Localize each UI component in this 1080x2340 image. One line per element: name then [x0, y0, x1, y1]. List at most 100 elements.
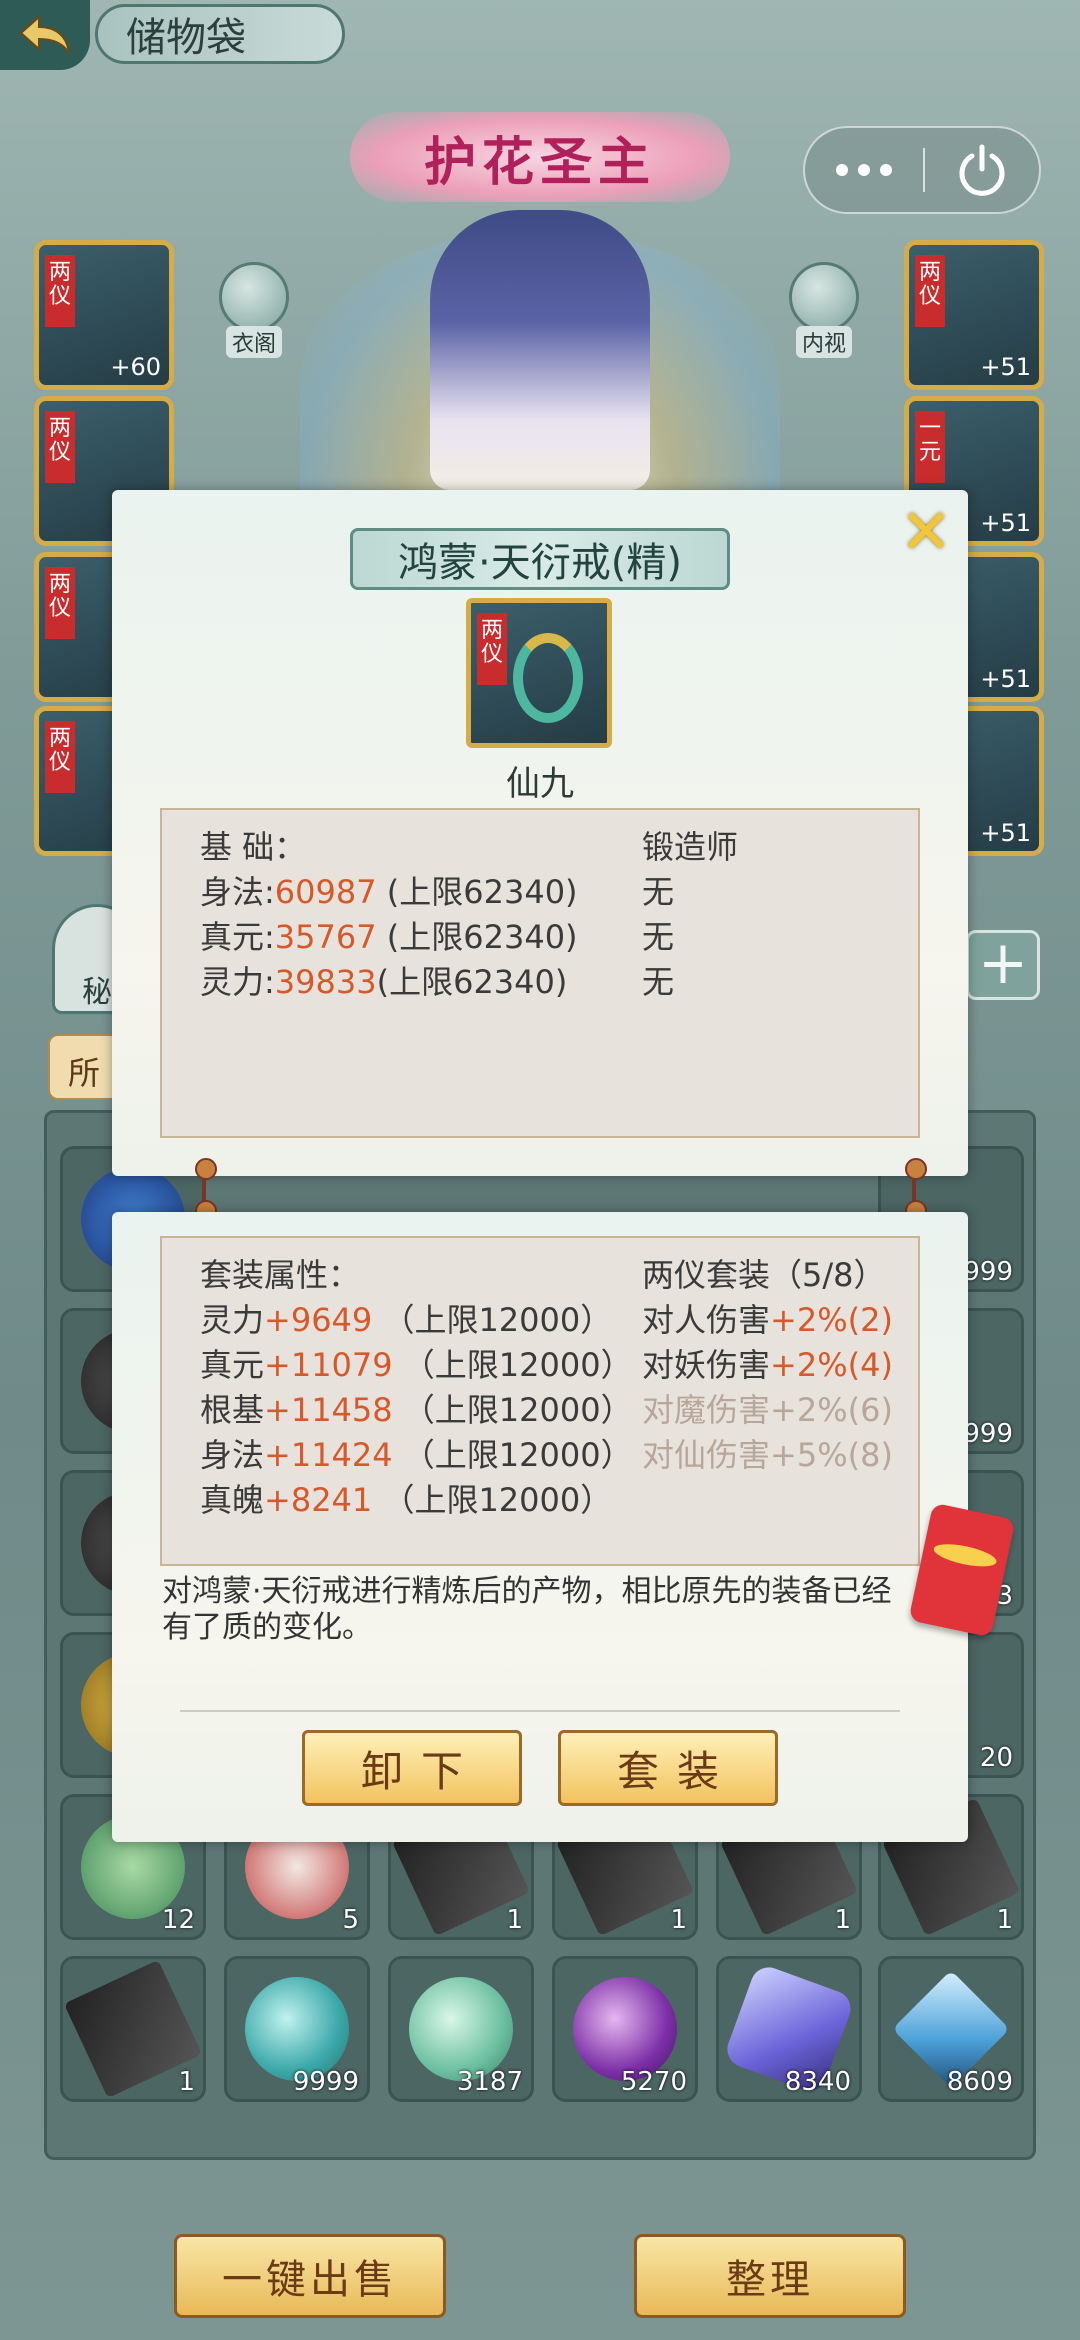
stat-label: 真元 — [200, 1346, 265, 1384]
wardrobe-button[interactable]: 衣阁 — [212, 262, 296, 358]
set-bonus: 对人伤害+2%(2) — [642, 1295, 893, 1341]
expand-bag-button[interactable]: + — [966, 930, 1040, 1000]
item-quality: 仙九 — [506, 764, 574, 804]
forger-value: 无 — [642, 918, 675, 956]
bag-cell[interactable]: 5270 — [552, 1956, 698, 2102]
enhance-level: +60 — [110, 353, 161, 381]
set-name: 两仪套装（5/8） — [642, 1256, 886, 1294]
set-header: 套装属性： — [200, 1256, 361, 1294]
sell-all-button[interactable]: 一键出售 — [174, 2234, 446, 2318]
orb-item — [409, 1977, 513, 2081]
set-stat-row: 真元+11079 （上限12000） — [200, 1340, 633, 1386]
item-count: 5270 — [620, 2067, 687, 2097]
bonus-value: +2%(2) — [770, 1301, 893, 1339]
set-stat-row: 根基+11458 （上限12000） — [200, 1385, 633, 1431]
base-stat-row: 真元:35767 (上限62340) — [200, 912, 578, 958]
item-description: 对鸿蒙·天衍戒进行精炼后的产物，相比原先的装备已经有了质的变化。 — [162, 1574, 892, 1645]
stat-label: 灵力: — [200, 963, 275, 1001]
magnifier-icon — [789, 262, 859, 332]
item-count: 1 — [670, 1905, 687, 1935]
bag-cell[interactable]: 8609 — [878, 1956, 1024, 2102]
more-dots-icon — [836, 164, 892, 176]
base-stat-row: 身法:60987 (上限62340) — [200, 867, 578, 913]
stat-value: +8241 — [264, 1481, 373, 1519]
stat-label: 真元: — [200, 918, 275, 956]
inspect-button[interactable]: 内视 — [782, 262, 866, 358]
item-count: 1 — [178, 2067, 195, 2097]
mini-program-capsule — [803, 126, 1041, 214]
set-stats-box: 套装属性： 两仪套装（5/8） 灵力+9649 （上限12000） 对人伤害+2… — [160, 1236, 920, 1566]
set-tag: 一元 — [915, 411, 945, 483]
item-count: 999 — [963, 1419, 1013, 1449]
wardrobe-icon — [219, 262, 289, 332]
item-icon: 两仪 — [466, 598, 612, 748]
stat-label: 灵力 — [200, 1301, 265, 1339]
stat-value: 39833 — [274, 963, 377, 1001]
forger-value: 无 — [642, 873, 675, 911]
bag-cell[interactable]: 8340 — [716, 1956, 862, 2102]
arrange-button[interactable]: 整理 — [634, 2234, 906, 2318]
stat-value: +11424 — [264, 1436, 393, 1474]
unequip-button[interactable]: 卸下 — [302, 1730, 522, 1806]
enhance-level: +51 — [980, 353, 1031, 381]
back-button[interactable] — [0, 0, 90, 70]
bag-cell[interactable]: 9999 — [224, 1956, 370, 2102]
item-count: 20 — [979, 1743, 1013, 1773]
stat-cap: （上限12000） — [392, 1436, 633, 1474]
stat-cap: （上限12000） — [372, 1481, 613, 1519]
item-name: 鸿蒙·天衍戒(精) — [350, 528, 730, 590]
stat-cap: （上限12000） — [392, 1391, 633, 1429]
set-bonus-inactive: 对魔伤害+2%(6) — [642, 1385, 893, 1431]
stat-label: 真魄 — [200, 1481, 265, 1519]
bonus-value: +5%(8) — [770, 1436, 893, 1474]
enhance-level: +51 — [980, 819, 1031, 847]
top-bar: 储物袋 — [0, 0, 1080, 70]
forger-header: 锻造师 — [642, 828, 739, 866]
ring-icon — [513, 633, 583, 723]
set-tag: 两仪 — [477, 613, 507, 685]
set-bonus: 对妖伤害+2%(4) — [642, 1340, 893, 1386]
bonus-label: 对仙伤害 — [642, 1436, 771, 1474]
item-count: 8340 — [784, 2067, 851, 2097]
power-icon — [959, 144, 1005, 196]
base-header: 基 础： — [200, 828, 307, 866]
enhance-level: +51 — [980, 665, 1031, 693]
equip-slot-right-1[interactable]: 两仪 +51 — [904, 240, 1044, 390]
set-tag: 两仪 — [45, 255, 75, 327]
equip-slot-left-1[interactable]: 两仪 +60 — [34, 240, 174, 390]
stat-value: 60987 — [274, 873, 377, 911]
panel-divider — [180, 1710, 900, 1712]
base-stat-row: 灵力:39833(上限62340) — [200, 957, 567, 1003]
stat-label: 根基 — [200, 1391, 265, 1429]
panel-rope-left — [195, 1158, 217, 1222]
all-tab[interactable]: 所 — [48, 1034, 120, 1100]
character-figure[interactable] — [430, 210, 650, 490]
item-count: 12 — [161, 1905, 195, 1935]
item-count: 1 — [834, 1905, 851, 1935]
bonus-label: 对妖伤害 — [642, 1346, 771, 1384]
item-count: 1 — [506, 1905, 523, 1935]
panel-rope-right — [905, 1158, 927, 1222]
stat-cap: （上限12000） — [372, 1301, 613, 1339]
bonus-value: +2%(4) — [770, 1346, 893, 1384]
item-count: 1 — [996, 1905, 1013, 1935]
stat-value: +11079 — [264, 1346, 393, 1384]
bonus-label: 对人伤害 — [642, 1301, 771, 1339]
set-tag: 两仪 — [915, 255, 945, 327]
bag-cell[interactable]: 3187 — [388, 1956, 534, 2102]
item-count: 999 — [963, 1257, 1013, 1287]
bag-cell[interactable]: 1 — [60, 1956, 206, 2102]
inspect-label: 内视 — [795, 326, 852, 358]
forger-value: 无 — [642, 963, 675, 1001]
close-button[interactable]: ✕ — [896, 501, 956, 563]
set-stat-row: 灵力+9649 （上限12000） — [200, 1295, 612, 1341]
item-count: 9999 — [292, 2067, 359, 2097]
title-banner: 护花圣主 — [350, 112, 730, 202]
more-button[interactable] — [805, 128, 923, 212]
stat-cap: (上限62340) — [376, 963, 568, 1001]
wardrobe-label: 衣阁 — [225, 326, 282, 358]
set-button[interactable]: 套装 — [558, 1730, 778, 1806]
enhance-level: +51 — [980, 509, 1031, 537]
orb-item — [245, 1977, 349, 2081]
exit-button[interactable] — [925, 128, 1039, 212]
